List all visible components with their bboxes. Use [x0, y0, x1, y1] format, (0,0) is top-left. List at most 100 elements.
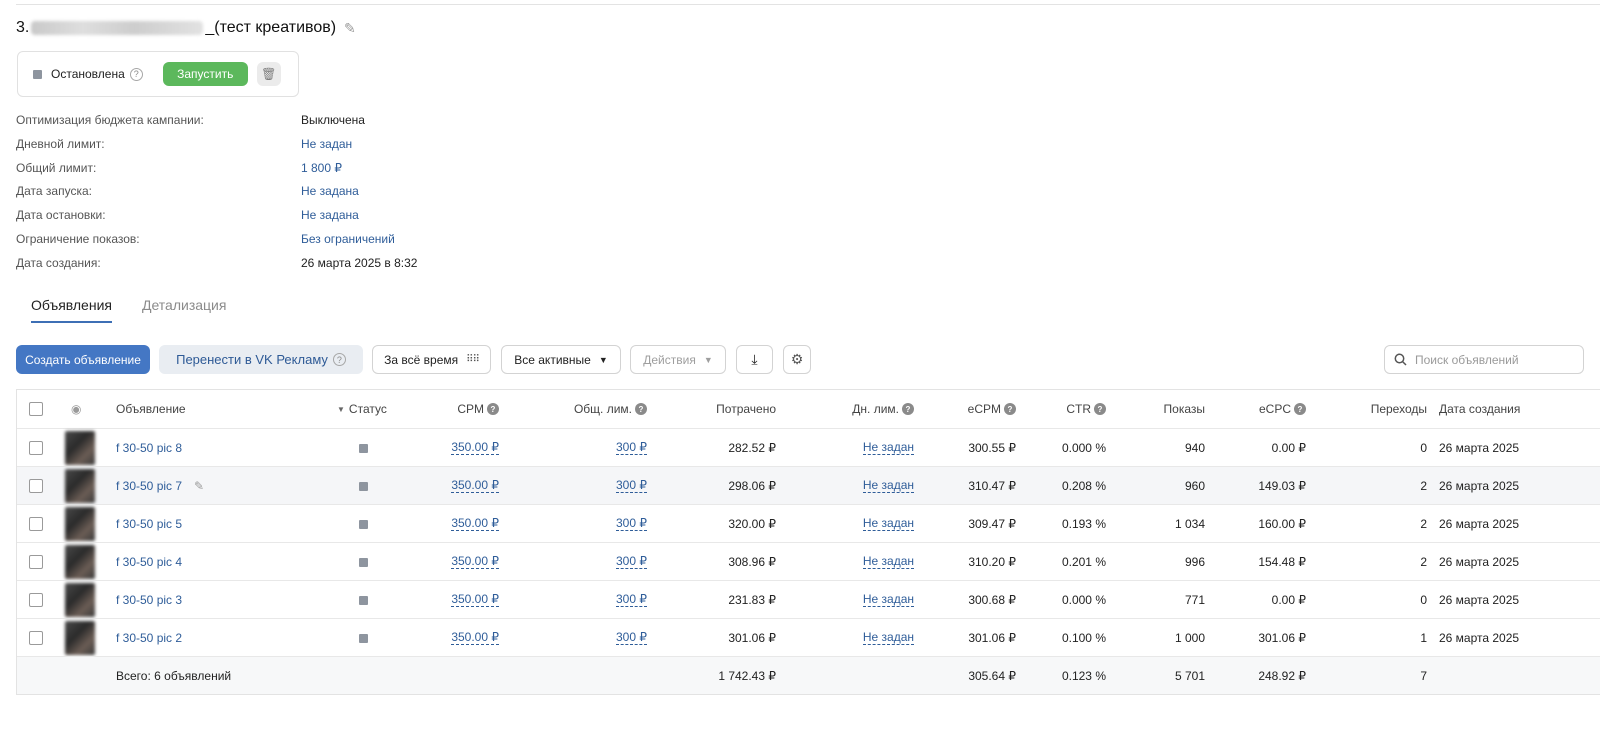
ad-name-link[interactable]: f 30-50 pic 5: [116, 505, 182, 543]
ad-name-link[interactable]: f 30-50 pic 8: [116, 429, 182, 467]
daily-limit-help-icon[interactable]: ?: [902, 403, 914, 415]
total-limit-link[interactable]: 300 ₽: [616, 441, 647, 455]
col-created[interactable]: Дата создания: [1439, 390, 1520, 428]
move-to-vk-ads-button[interactable]: Перенести в VK Рекламу ?: [159, 345, 363, 374]
ecpm-help-icon[interactable]: ?: [1004, 403, 1016, 415]
col-total-limit[interactable]: Общ. лим.?: [557, 390, 647, 428]
col-ecpc[interactable]: eCPC?: [1227, 390, 1306, 428]
daily-limit-link[interactable]: Не задан: [862, 555, 914, 569]
period-picker[interactable]: За всё время ⠿⠿: [372, 345, 491, 374]
ad-thumbnail[interactable]: [65, 507, 95, 541]
daily-limit-link[interactable]: Не задан: [862, 479, 914, 493]
col-clicks[interactable]: Переходы: [1337, 390, 1427, 428]
ad-thumbnail[interactable]: [65, 621, 95, 655]
row-checkbox[interactable]: [29, 555, 43, 569]
redacted-campaign-name: [31, 21, 204, 35]
row-checkbox[interactable]: [29, 593, 43, 607]
info-value-link[interactable]: 1 800 ₽: [301, 161, 342, 175]
cpm-help-icon[interactable]: ?: [487, 403, 499, 415]
impressions-value: 996: [1184, 555, 1205, 569]
ctr-help-icon[interactable]: ?: [1094, 403, 1106, 415]
col-ctr[interactable]: CTR?: [1037, 390, 1106, 428]
edit-ad-name-icon[interactable]: ✎: [194, 467, 204, 505]
ad-name-link[interactable]: f 30-50 pic 3: [116, 581, 182, 619]
row-checkbox[interactable]: [29, 631, 43, 645]
daily-limit-link[interactable]: Не задан: [862, 631, 914, 645]
move-help-icon[interactable]: ?: [332, 353, 346, 366]
ad-name-link[interactable]: f 30-50 pic 4: [116, 543, 182, 581]
start-campaign-button[interactable]: Запустить: [162, 62, 248, 86]
stopped-status-icon: [359, 595, 368, 605]
campaign-title-suffix: _(тест креативов): [205, 19, 337, 36]
cpm-value-link[interactable]: 350.00 ₽: [451, 441, 499, 455]
info-key: Общий лимит:: [16, 160, 97, 175]
col-ctr-label: CTR: [1066, 402, 1091, 416]
cpm-value-link[interactable]: 350.00 ₽: [451, 479, 499, 493]
ads-table: ◉ Объявление ▼ Статус CPM? Общ. лим.? Пот…: [16, 389, 1600, 695]
download-button[interactable]: ⤓: [736, 345, 773, 374]
total-limit-link[interactable]: 300 ₽: [616, 593, 647, 607]
stopped-status-icon: [359, 557, 368, 567]
clicks-value: 0: [1420, 593, 1427, 607]
row-checkbox[interactable]: [29, 517, 43, 531]
col-daily-limit[interactable]: Дн. лим.?: [817, 390, 914, 428]
col-impressions[interactable]: Показы: [1127, 390, 1205, 428]
tab-ads[interactable]: Объявления: [31, 297, 112, 323]
status-help-icon[interactable]: ?: [129, 67, 143, 81]
clicks-value: 2: [1420, 479, 1427, 493]
col-ecpm[interactable]: eCPM?: [937, 390, 1016, 428]
total-limit-link[interactable]: 300 ₽: [616, 517, 647, 531]
ad-thumbnail[interactable]: [65, 431, 95, 465]
cpm-value-link[interactable]: 350.00 ₽: [451, 555, 499, 569]
gear-icon: ⚙: [790, 351, 804, 367]
total-limit-help-icon[interactable]: ?: [635, 403, 647, 415]
col-status[interactable]: ▼ Статус: [337, 390, 387, 428]
total-limit-link[interactable]: 300 ₽: [616, 555, 647, 569]
ad-name-link[interactable]: f 30-50 pic 7: [116, 467, 182, 505]
cpm-value-link[interactable]: 350.00 ₽: [451, 517, 499, 531]
settings-button[interactable]: ⚙: [783, 345, 811, 374]
eye-icon[interactable]: ◉: [71, 390, 81, 428]
daily-limit-link[interactable]: Не задан: [862, 441, 914, 455]
info-value-link[interactable]: Не задана: [301, 208, 359, 222]
ecpm-value: 300.55 ₽: [968, 441, 1016, 455]
delete-campaign-button[interactable]: 🗑: [256, 62, 281, 86]
ecpm-value: 301.06 ₽: [968, 631, 1016, 645]
ad-thumbnail[interactable]: [65, 469, 95, 503]
total-limit-link[interactable]: 300 ₽: [616, 631, 647, 645]
col-spent[interactable]: Потрачено: [677, 390, 776, 428]
info-value-link[interactable]: Без ограничений: [301, 232, 395, 246]
info-value-link[interactable]: Не задана: [301, 184, 359, 198]
col-ad[interactable]: Объявление: [116, 390, 186, 428]
ad-name-link[interactable]: f 30-50 pic 2: [116, 619, 182, 657]
daily-limit-link[interactable]: Не задан: [862, 517, 914, 531]
edit-title-icon[interactable]: ✎: [344, 20, 356, 37]
search-input[interactable]: [1415, 352, 1565, 367]
ad-thumbnail[interactable]: [65, 545, 95, 579]
created-value: 26 марта 2025: [1439, 631, 1520, 645]
col-cpm-label: CPM: [457, 402, 484, 416]
actions-dropdown[interactable]: Действия ▼: [630, 345, 726, 374]
ctr-value: 0.193 %: [1061, 517, 1106, 531]
table-row: f 30-50 pic 3 350.00 ₽ 300 ₽ 231.83 ₽ Не…: [17, 580, 1600, 618]
ecpc-help-icon[interactable]: ?: [1294, 403, 1306, 415]
cpm-value-link[interactable]: 350.00 ₽: [451, 593, 499, 607]
ctr-value: 0.000 %: [1061, 441, 1106, 455]
stopped-status-icon: [359, 633, 368, 643]
status-filter-dropdown[interactable]: Все активные ▼: [501, 345, 621, 374]
row-checkbox[interactable]: [29, 441, 43, 455]
tab-details[interactable]: Детализация: [142, 297, 226, 323]
daily-limit-link[interactable]: Не задан: [862, 593, 914, 607]
select-all-checkbox[interactable]: [29, 402, 43, 416]
create-ad-button[interactable]: Создать объявление: [16, 345, 150, 374]
cpm-value-link[interactable]: 350.00 ₽: [451, 631, 499, 645]
totals-impressions: 5 701: [1174, 669, 1205, 683]
total-limit-link[interactable]: 300 ₽: [616, 479, 647, 493]
period-label: За всё время: [384, 352, 459, 367]
ad-thumbnail[interactable]: [65, 583, 95, 617]
info-value-link[interactable]: Не задан: [301, 137, 352, 151]
totals-ecpm: 305.64 ₽: [968, 669, 1016, 683]
col-cpm[interactable]: CPM?: [417, 390, 499, 428]
row-checkbox[interactable]: [29, 479, 43, 493]
impressions-value: 940: [1184, 441, 1205, 455]
